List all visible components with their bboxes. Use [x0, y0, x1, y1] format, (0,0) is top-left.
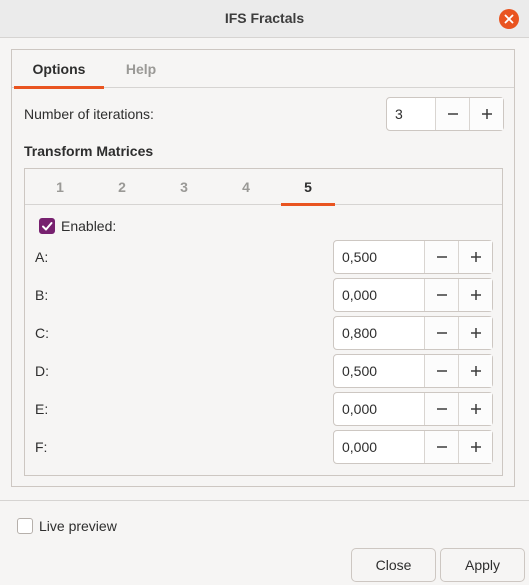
- iterations-label: Number of iterations:: [24, 106, 154, 122]
- row-a-input[interactable]: 0,500: [334, 241, 424, 273]
- live-preview-row: Live preview: [17, 518, 117, 534]
- apply-button[interactable]: Apply: [440, 548, 525, 582]
- main-tab-bar: Options Help: [12, 50, 514, 89]
- iterations-stepper: 3: [386, 97, 504, 131]
- matrix-tab-bar: 1 2 3 4 5: [25, 169, 502, 206]
- row-d-decrement-button[interactable]: [424, 355, 458, 387]
- row-c-label: C:: [35, 325, 49, 341]
- matrix-tab-1[interactable]: 1: [33, 169, 87, 205]
- row-d-stepper: 0,500: [333, 354, 493, 388]
- main-notebook: Options Help Number of iterations: 3 Tra…: [11, 49, 515, 487]
- transform-matrices-heading: Transform Matrices: [24, 143, 154, 159]
- close-window-button[interactable]: [499, 9, 519, 29]
- minus-icon: [436, 256, 447, 258]
- row-e-decrement-button[interactable]: [424, 393, 458, 425]
- row-e-increment-button[interactable]: [458, 393, 492, 425]
- minus-icon: [436, 446, 447, 448]
- close-button[interactable]: Close: [351, 548, 436, 582]
- tab-help[interactable]: Help: [104, 50, 178, 88]
- window-title: IFS Fractals: [224, 10, 305, 26]
- plus-icon: [470, 328, 481, 338]
- row-c-input[interactable]: 0,800: [334, 317, 424, 349]
- row-b-label: B:: [35, 287, 49, 303]
- row-e-label: E:: [35, 401, 49, 417]
- plus-icon: [481, 109, 492, 119]
- minus-icon: [447, 113, 458, 115]
- row-e-stepper: 0,000: [333, 392, 493, 426]
- matrix-notebook: 1 2 3 4 5 Enabled: A: 0,500 B: 0,000 C:: [24, 168, 503, 476]
- plus-icon: [470, 366, 481, 376]
- enabled-checkbox[interactable]: [39, 218, 55, 234]
- row-b-increment-button[interactable]: [458, 279, 492, 311]
- checkmark-icon: [42, 222, 53, 231]
- row-b-stepper: 0,000: [333, 278, 493, 312]
- tab-options[interactable]: Options: [14, 50, 104, 89]
- row-b-input[interactable]: 0,000: [334, 279, 424, 311]
- minus-icon: [436, 370, 447, 372]
- minus-icon: [436, 294, 447, 296]
- live-preview-checkbox[interactable]: [17, 518, 33, 534]
- matrix-tab-2[interactable]: 2: [95, 169, 149, 205]
- row-a-decrement-button[interactable]: [424, 241, 458, 273]
- row-b-decrement-button[interactable]: [424, 279, 458, 311]
- row-a-increment-button[interactable]: [458, 241, 492, 273]
- footer-separator: [0, 500, 529, 501]
- iterations-input[interactable]: 3: [387, 98, 435, 130]
- minus-icon: [436, 332, 447, 334]
- row-f-input[interactable]: 0,000: [334, 431, 424, 463]
- matrix-tab-4[interactable]: 4: [219, 169, 273, 205]
- plus-icon: [470, 290, 481, 300]
- row-c-decrement-button[interactable]: [424, 317, 458, 349]
- row-e-input[interactable]: 0,000: [334, 393, 424, 425]
- plus-icon: [470, 252, 481, 262]
- live-preview-label: Live preview: [39, 518, 117, 534]
- row-f-label: F:: [35, 439, 48, 455]
- enabled-label: Enabled:: [61, 218, 117, 234]
- row-a-stepper: 0,500: [333, 240, 493, 274]
- matrix-tab-5[interactable]: 5: [281, 169, 335, 206]
- row-c-increment-button[interactable]: [458, 317, 492, 349]
- row-f-decrement-button[interactable]: [424, 431, 458, 463]
- row-d-label: D:: [35, 363, 49, 379]
- close-icon: [504, 14, 514, 24]
- iterations-increment-button[interactable]: [469, 98, 503, 130]
- row-c-stepper: 0,800: [333, 316, 493, 350]
- title-bar: IFS Fractals: [0, 0, 529, 38]
- plus-icon: [470, 404, 481, 414]
- row-f-increment-button[interactable]: [458, 431, 492, 463]
- matrix-tab-3[interactable]: 3: [157, 169, 211, 205]
- minus-icon: [436, 408, 447, 410]
- plus-icon: [470, 442, 481, 452]
- row-a-label: A:: [35, 249, 49, 265]
- row-d-increment-button[interactable]: [458, 355, 492, 387]
- row-d-input[interactable]: 0,500: [334, 355, 424, 387]
- enabled-row: Enabled:: [39, 218, 116, 234]
- iterations-decrement-button[interactable]: [435, 98, 469, 130]
- row-f-stepper: 0,000: [333, 430, 493, 464]
